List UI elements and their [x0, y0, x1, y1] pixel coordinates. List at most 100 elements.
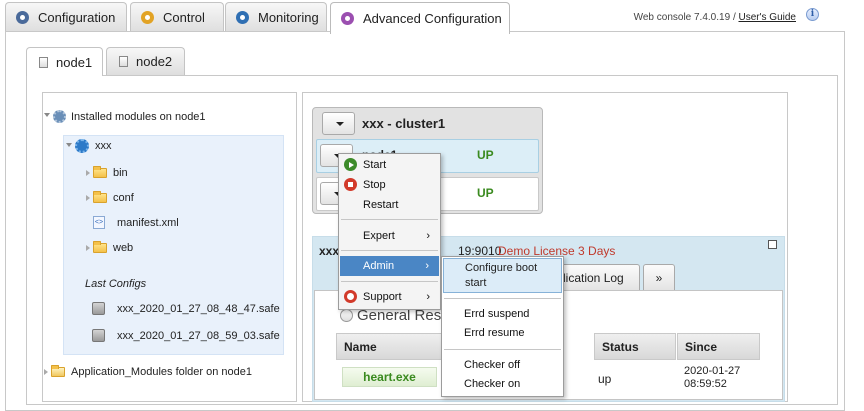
- tab-configuration[interactable]: Configuration: [5, 2, 127, 32]
- config-label: xxx_2020_01_27_08_48_47.safe: [117, 302, 280, 315]
- tab-node1[interactable]: node1: [26, 47, 103, 76]
- menu-label: Checker off: [464, 359, 521, 371]
- expand-icon[interactable]: [86, 170, 90, 176]
- node-icon: [119, 56, 128, 67]
- app-folder-icon: [51, 365, 65, 377]
- menu-label: start: [465, 277, 487, 289]
- submenu-arrow-icon: ›: [426, 230, 430, 242]
- process-since-time: 08:59:52: [684, 378, 727, 390]
- menu-label: Expert: [363, 230, 395, 242]
- safe-file-icon: [92, 302, 105, 315]
- expand-icon[interactable]: [86, 195, 90, 201]
- menu-label: Configure boot: [465, 262, 538, 274]
- expand-icon[interactable]: [86, 245, 90, 251]
- modules-icon: [53, 110, 66, 123]
- node-icon: [39, 56, 48, 68]
- submenu-arrow-icon: ›: [425, 260, 429, 272]
- radio-general-resources[interactable]: [340, 309, 353, 322]
- menu-support[interactable]: Support ›: [339, 287, 440, 307]
- menu-checker-off[interactable]: Checker off: [442, 355, 563, 375]
- support-icon: [344, 290, 357, 303]
- column-name[interactable]: Name: [336, 333, 444, 360]
- tab-advanced-configuration[interactable]: Advanced Configuration: [330, 2, 510, 34]
- configuration-icon: [16, 11, 29, 24]
- last-configs-title: Last Configs: [85, 278, 147, 290]
- expand-icon[interactable]: [44, 369, 48, 375]
- node-tab-label: node2: [136, 54, 173, 69]
- column-status[interactable]: Status: [594, 333, 676, 360]
- menu-label: Support: [363, 291, 402, 303]
- menu-errd-suspend[interactable]: Errd suspend: [442, 304, 563, 324]
- version-text: Web console 7.4.0.19: [633, 12, 731, 23]
- safe-file-icon: [92, 329, 105, 342]
- menu-checker-on[interactable]: Checker on: [442, 374, 563, 394]
- menu-expert[interactable]: Expert ›: [339, 226, 440, 246]
- folder-label: conf: [113, 192, 134, 204]
- popout-icon[interactable]: [768, 240, 777, 249]
- menu-separator: [341, 281, 438, 282]
- collapse-icon[interactable]: [66, 142, 72, 150]
- module-gear-icon: [75, 139, 89, 153]
- file-label: manifest.xml: [117, 216, 179, 229]
- tab-control[interactable]: Control: [130, 2, 224, 32]
- control-icon: [141, 11, 154, 24]
- node-state: UP: [477, 186, 494, 200]
- app-folder-label: Application_Modules folder on node1: [71, 366, 253, 378]
- tab-label: Control: [163, 10, 205, 25]
- menu-label: Checker on: [464, 378, 521, 390]
- version-info: Web console 7.4.0.19 / User's Guide: [634, 12, 796, 23]
- start-icon: [344, 158, 357, 171]
- tree-file-manifest[interactable]: <> manifest.xml: [93, 216, 179, 229]
- node-tab-label: node1: [56, 54, 93, 70]
- stop-icon: [344, 178, 357, 191]
- tree-module-xxx[interactable]: xxx: [66, 139, 112, 153]
- panel-title: xxx: [319, 244, 340, 258]
- menu-label: Errd resume: [464, 327, 525, 339]
- users-guide-link[interactable]: User's Guide: [739, 12, 797, 23]
- tab-more-label: »: [655, 270, 663, 285]
- column-label: Status: [602, 339, 639, 354]
- config-file-2[interactable]: xxx_2020_01_27_08_59_03.safe: [92, 329, 280, 342]
- menu-label: Restart: [363, 199, 399, 211]
- menu-label: Start: [363, 159, 387, 171]
- config-label: xxx_2020_01_27_08_59_03.safe: [117, 329, 280, 342]
- tree-root[interactable]: Installed modules on node1: [44, 110, 206, 123]
- folder-icon: [93, 166, 107, 178]
- tree-folder-bin[interactable]: bin: [86, 166, 128, 179]
- menu-restart[interactable]: Restart: [339, 195, 440, 215]
- tab-label: Configuration: [38, 10, 116, 25]
- info-icon[interactable]: i: [806, 8, 819, 21]
- xml-file-icon: <>: [93, 216, 105, 229]
- collapse-icon[interactable]: [44, 113, 50, 120]
- separator: /: [732, 12, 736, 23]
- menu-separator: [444, 349, 561, 350]
- submenu-arrow-icon: ›: [426, 291, 430, 303]
- tab-monitoring[interactable]: Monitoring: [225, 2, 327, 32]
- process-since-date: 2020-01-27: [684, 365, 741, 377]
- menu-errd-resume[interactable]: Errd resume: [442, 323, 563, 343]
- menu-label: Admin: [363, 260, 395, 272]
- folder-icon: [93, 191, 107, 203]
- tree-folder-conf[interactable]: conf: [86, 191, 134, 204]
- process-label: heart.exe: [363, 370, 416, 384]
- cluster-title: xxx - cluster1: [362, 116, 446, 131]
- menu-stop[interactable]: Stop: [339, 175, 440, 195]
- menu-configure-boot-start[interactable]: Configure boot start: [443, 258, 562, 293]
- menu-separator: [341, 250, 438, 251]
- menu-admin[interactable]: Admin ›: [340, 256, 439, 276]
- tree-folder-web[interactable]: web: [86, 241, 134, 254]
- menu-separator: [444, 298, 561, 299]
- menu-separator: [341, 219, 438, 220]
- column-label: Name: [344, 339, 377, 354]
- menu-start[interactable]: Start: [339, 155, 440, 175]
- column-since[interactable]: Since: [677, 333, 760, 360]
- process-heart-exe[interactable]: heart.exe: [342, 367, 437, 387]
- tab-node2[interactable]: node2: [106, 47, 185, 75]
- config-file-1[interactable]: xxx_2020_01_27_08_48_47.safe: [92, 302, 280, 315]
- tree-app-folder[interactable]: Application_Modules folder on node1: [44, 365, 253, 378]
- tab-more[interactable]: »: [643, 264, 675, 290]
- folder-label: web: [113, 242, 134, 254]
- module-label: xxx: [95, 140, 112, 152]
- folder-icon: [93, 241, 107, 253]
- cluster-menu-button[interactable]: [322, 112, 355, 135]
